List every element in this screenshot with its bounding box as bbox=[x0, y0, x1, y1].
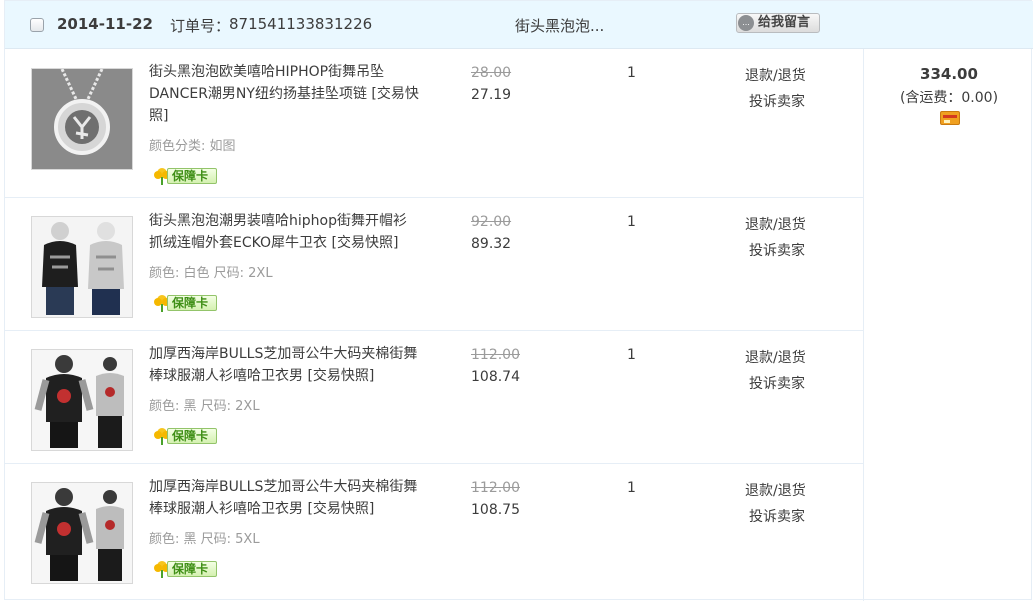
guarantee-card-box: 保障卡 bbox=[167, 168, 217, 184]
guarantee-card-label: 保障卡 bbox=[172, 296, 209, 310]
product-sku: 颜色: 黑 尺码: 2XL bbox=[149, 399, 260, 414]
guarantee-card-box: 保障卡 bbox=[167, 295, 217, 311]
complain-seller-link[interactable]: 投诉卖家 bbox=[749, 240, 805, 260]
product-title-link[interactable]: 加厚西海岸BULLS芝加哥公牛大码夹棉街舞棒球服潮人衫嘻哈卫衣男 [交易快照] bbox=[149, 476, 419, 520]
paid-price: 27.19 bbox=[471, 87, 512, 103]
quantity: 1 bbox=[627, 347, 636, 363]
paid-price: 89.32 bbox=[471, 236, 512, 252]
hoodie-model-image bbox=[32, 217, 132, 317]
guarantee-card-box: 保障卡 bbox=[167, 428, 217, 444]
original-price: 92.00 bbox=[471, 214, 512, 230]
product-title-link[interactable]: 街头黑泡泡欧美嘻哈HIPHOP街舞吊坠DANCER潮男NY纽约扬基挂坠项链 [交… bbox=[149, 61, 419, 127]
guarantee-card-label: 保障卡 bbox=[172, 562, 209, 576]
order-number-label: 订单号： bbox=[170, 17, 231, 35]
baseball-jacket-model-image bbox=[32, 350, 132, 450]
order-item-row: 街头黑泡泡欧美嘻哈HIPHOP街舞吊坠DANCER潮男NY纽约扬基挂坠项链 [交… bbox=[5, 49, 863, 198]
complain-seller-link[interactable]: 投诉卖家 bbox=[749, 506, 805, 526]
guarantee-card-badge[interactable]: 保障卡 bbox=[153, 560, 217, 578]
original-price: 112.00 bbox=[471, 347, 520, 363]
guarantee-card-label: 保障卡 bbox=[172, 169, 209, 183]
shipping-fee: (含运费：0.00) bbox=[899, 90, 999, 106]
order-items: 街头黑泡泡欧美嘻哈HIPHOP街舞吊坠DANCER潮男NY纽约扬基挂坠项链 [交… bbox=[5, 49, 863, 601]
order-item-row: 加厚西海岸BULLS芝加哥公牛大码夹棉街舞棒球服潮人衫嘻哈卫衣男 [交易快照] … bbox=[5, 464, 863, 601]
original-price: 28.00 bbox=[471, 65, 512, 81]
product-sku: 颜色: 白色 尺码: 2XL bbox=[149, 266, 273, 281]
order-card: 2014-11-22 订单号： 871541133831226 街头黑泡泡...… bbox=[4, 0, 1033, 601]
product-title-link[interactable]: 加厚西海岸BULLS芝加哥公牛大码夹棉街舞棒球服潮人衫嘻哈卫衣男 [交易快照] bbox=[149, 343, 419, 387]
guarantee-card-box: 保障卡 bbox=[167, 561, 217, 577]
original-price: 112.00 bbox=[471, 480, 520, 496]
order-date: 2014-11-22 bbox=[57, 15, 153, 33]
product-sku: 颜色: 黑 尺码: 5XL bbox=[149, 532, 260, 547]
guarantee-card-badge[interactable]: 保障卡 bbox=[153, 294, 217, 312]
alipay-card-icon[interactable] bbox=[940, 111, 960, 125]
baseball-jacket-model-image bbox=[32, 483, 132, 583]
product-title-link[interactable]: 街头黑泡泡潮男装嘻哈hiphop街舞开帽衫抓绒连帽外套ECKO犀牛卫衣 [交易快… bbox=[149, 210, 419, 254]
refund-return-link[interactable]: 退款/退货 bbox=[745, 480, 806, 500]
guarantee-card-label: 保障卡 bbox=[172, 429, 209, 443]
shop-name-link[interactable]: 街头黑泡泡... bbox=[515, 15, 604, 36]
product-sku: 颜色分类: 如图 bbox=[149, 139, 236, 154]
order-checkbox[interactable] bbox=[30, 18, 44, 32]
leave-message-button[interactable]: ... 给我留言 bbox=[736, 13, 820, 33]
refund-return-link[interactable]: 退款/退货 bbox=[745, 347, 806, 367]
product-thumbnail[interactable] bbox=[31, 349, 133, 451]
guarantee-card-badge[interactable]: 保障卡 bbox=[153, 427, 217, 445]
complain-seller-link[interactable]: 投诉卖家 bbox=[749, 373, 805, 393]
order-summary: 334.00 (含运费：0.00) bbox=[863, 49, 1033, 601]
guarantee-card-badge[interactable]: 保障卡 bbox=[153, 167, 217, 185]
product-thumbnail[interactable] bbox=[31, 482, 133, 584]
quantity: 1 bbox=[627, 480, 636, 496]
pendant-necklace-image bbox=[32, 69, 132, 169]
paid-price: 108.74 bbox=[471, 369, 520, 385]
order-header: 2014-11-22 订单号： 871541133831226 街头黑泡泡...… bbox=[5, 1, 1033, 49]
product-thumbnail[interactable] bbox=[31, 216, 133, 318]
order-total: 334.00 bbox=[920, 65, 978, 83]
complain-seller-link[interactable]: 投诉卖家 bbox=[749, 91, 805, 111]
refund-return-link[interactable]: 退款/退货 bbox=[745, 214, 806, 234]
leave-message-label: 给我留言 bbox=[758, 15, 811, 30]
quantity: 1 bbox=[627, 65, 636, 81]
order-number: 871541133831226 bbox=[229, 15, 373, 33]
paid-price: 108.75 bbox=[471, 502, 520, 518]
quantity: 1 bbox=[627, 214, 636, 230]
refund-return-link[interactable]: 退款/退货 bbox=[745, 65, 806, 85]
order-item-row: 街头黑泡泡潮男装嘻哈hiphop街舞开帽衫抓绒连帽外套ECKO犀牛卫衣 [交易快… bbox=[5, 198, 863, 331]
product-thumbnail[interactable] bbox=[31, 68, 133, 170]
order-item-row: 加厚西海岸BULLS芝加哥公牛大码夹棉街舞棒球服潮人衫嘻哈卫衣男 [交易快照] … bbox=[5, 331, 863, 464]
speech-bubble-icon: ... bbox=[738, 15, 754, 31]
